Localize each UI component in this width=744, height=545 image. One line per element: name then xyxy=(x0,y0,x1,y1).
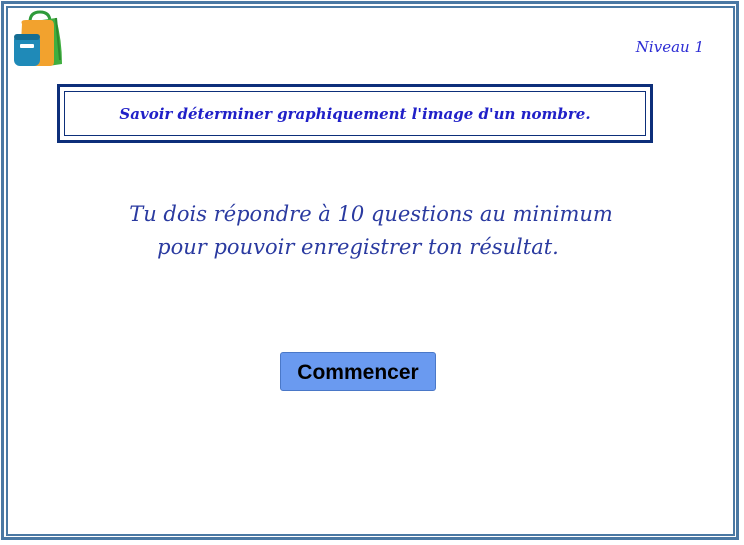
instructions-line-1: Tu dois répondre à 10 questions au minim… xyxy=(129,202,613,226)
level-label: Niveau 1 xyxy=(635,38,704,56)
instructions-line-2: pour pouvoir enregistrer ton résultat. xyxy=(157,235,559,259)
exercise-title: Savoir déterminer graphiquement l'image … xyxy=(119,104,591,123)
title-box-inner: Savoir déterminer graphiquement l'image … xyxy=(64,91,646,136)
backpack-icon xyxy=(14,10,62,66)
instructions: Tu dois répondre à 10 questions au minim… xyxy=(0,198,744,264)
start-button[interactable]: Commencer xyxy=(280,352,436,391)
title-box: Savoir déterminer graphiquement l'image … xyxy=(57,84,653,143)
